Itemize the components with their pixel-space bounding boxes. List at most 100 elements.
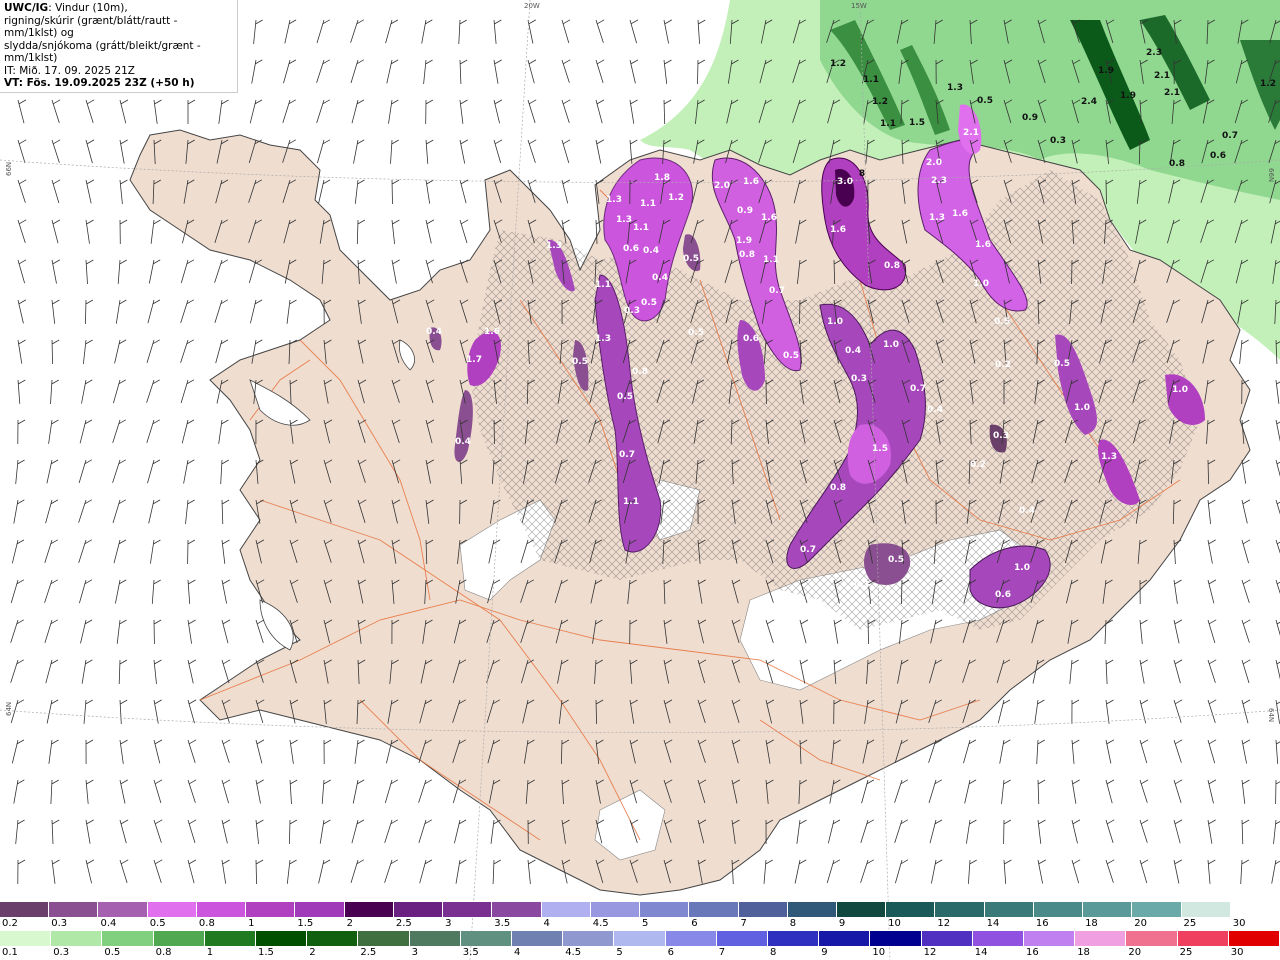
snow-value-label: 0.5 bbox=[994, 317, 1010, 327]
rain-scale-swatch bbox=[870, 931, 922, 946]
rain-value-label: 0.3 bbox=[1050, 136, 1066, 146]
snow-scale-swatch bbox=[836, 902, 887, 917]
snow-value-label: 0.4 bbox=[426, 327, 442, 337]
snow-scale-swatch bbox=[1230, 902, 1280, 917]
snow-scale-tick-label: 8 bbox=[789, 918, 797, 929]
snow-scale-swatch bbox=[1181, 902, 1231, 917]
snow-value-label: 1.0 bbox=[1014, 563, 1030, 573]
snow-scale-tick-label: 0.5 bbox=[149, 918, 166, 929]
snow-value-label: 0.5 bbox=[888, 555, 904, 565]
rain-value-label: 0.7 bbox=[1222, 131, 1238, 141]
snow-scale-tick-label: 30 bbox=[1232, 918, 1246, 929]
rain-value-label: 1.5 bbox=[909, 118, 925, 128]
snow-scale-swatch bbox=[295, 902, 345, 917]
snow-value-label: 1.0 bbox=[1172, 385, 1188, 395]
snow-scale-swatch bbox=[1083, 902, 1133, 917]
rain-value-label: 0.5 bbox=[977, 96, 993, 106]
snow-scale-tick-label: 14 bbox=[986, 918, 1000, 929]
snow-value-label: 1.1 bbox=[633, 223, 649, 233]
snow-scale-swatch bbox=[246, 902, 296, 917]
snow-value-label: 0.7 bbox=[619, 450, 635, 460]
snow-value-label: 0.4 bbox=[845, 346, 861, 356]
snow-scale-swatch bbox=[98, 902, 148, 917]
snow-scale-swatch bbox=[738, 902, 788, 917]
snow-value-label: 0.3 bbox=[851, 374, 867, 384]
snow-value-label: 0.8 bbox=[884, 261, 900, 271]
snow-scale-swatch bbox=[492, 902, 542, 917]
rain-scale-tick-label: 2.5 bbox=[360, 947, 377, 958]
snow-value-label: 1.0 bbox=[827, 317, 843, 327]
rain-scale-swatch bbox=[512, 931, 564, 946]
snow-scale-swatch bbox=[541, 902, 591, 917]
rain-scale-swatch bbox=[256, 931, 308, 946]
snow-scale-swatch bbox=[0, 902, 50, 917]
snow-value-label: 1.9 bbox=[736, 236, 752, 246]
snow-value-label: 0.4 bbox=[652, 273, 668, 283]
rain-scale-tick-label: 6 bbox=[667, 947, 674, 958]
snow-value-label: 0.9 bbox=[737, 206, 753, 216]
rain-scale-swatch bbox=[358, 931, 410, 946]
rain-scale-tick-label: 7 bbox=[718, 947, 726, 958]
snow-value-label: 1.3 bbox=[546, 241, 562, 251]
rain-value-label: 2.1 bbox=[1154, 71, 1170, 81]
rain-scale-tick-label: 5 bbox=[616, 947, 623, 958]
snow-value-label: 0.6 bbox=[743, 334, 759, 344]
rain-scale-swatch bbox=[614, 931, 666, 946]
rain-scale-tick-label: 3.5 bbox=[462, 947, 479, 958]
snow-value-label: 0.4 bbox=[927, 405, 943, 415]
lon-20w-label: 20W bbox=[524, 2, 540, 10]
snow-scale-swatch bbox=[1132, 902, 1182, 917]
snow-value-label: 1.1 bbox=[623, 497, 639, 507]
snow-scale-swatch bbox=[590, 902, 641, 917]
snow-value-label: 1.6 bbox=[743, 177, 759, 187]
snow-scale-tick-label: 3.5 bbox=[494, 918, 511, 929]
snow-scale-swatch bbox=[689, 902, 739, 917]
rain-value-label: 0.9 bbox=[1022, 113, 1038, 123]
snow-value-label: 0.5 bbox=[1054, 359, 1070, 369]
snow-scale-tick-label: 0.3 bbox=[51, 918, 68, 929]
snow-scale-tick-label: 2 bbox=[346, 918, 353, 929]
rain-scale-swatch bbox=[1126, 931, 1178, 946]
valid-time: VT: Fös. 19.09.2025 23Z (+50 h) bbox=[4, 77, 195, 89]
init-time: IT: Mið. 17. 09. 2025 21Z bbox=[4, 64, 135, 77]
snow-value-label: 0.3 bbox=[854, 580, 870, 590]
snow-value-label: 0.3 bbox=[993, 431, 1009, 441]
snow-value-label: 0.8 bbox=[632, 367, 648, 377]
rain-scale-tick-label: 0.5 bbox=[104, 947, 121, 958]
rain-value-label: 1.3 bbox=[947, 83, 963, 93]
rain-value-label: 1.2 bbox=[1260, 79, 1276, 89]
rain-scale-tick-label: 1.5 bbox=[258, 947, 274, 958]
snow-colorbar bbox=[0, 902, 1280, 917]
rain-scale-swatch bbox=[409, 931, 461, 946]
rain-scale-tick-label: 16 bbox=[1026, 947, 1039, 958]
snow-scale-tick-label: 9 bbox=[838, 918, 846, 929]
rain-scale-swatch bbox=[153, 931, 205, 946]
rain-scale-swatch bbox=[0, 931, 52, 946]
rain-value-label: 0.8 bbox=[1169, 159, 1185, 169]
snow-value-label: 3.0 bbox=[837, 177, 853, 187]
snow-scale-swatch bbox=[787, 902, 837, 917]
rain-scale-tick-label: 2 bbox=[309, 947, 316, 958]
snow-value-label: 1.3 bbox=[616, 215, 632, 225]
snow-scale-tick-label: 12 bbox=[937, 918, 951, 929]
rain-scale-tick-label: 30 bbox=[1230, 947, 1244, 958]
snow-value-label: 0.5 bbox=[617, 392, 633, 402]
snow-colorbar-labels: 0.2 0.3 0.4 0.5 0.8 1 1.5 2 2.5 3 3.5 4 4.5 5 6 7 8 9 10 12… bbox=[0, 918, 1280, 930]
snow-scale-tick-label: 0.4 bbox=[100, 918, 117, 929]
snow-value-label: 1.1 bbox=[595, 280, 611, 290]
rain-value-label: 1.1 bbox=[863, 75, 879, 85]
rain-scale-tick-label: 20 bbox=[1128, 947, 1142, 958]
snow-scale-tick-label: 5 bbox=[642, 918, 649, 929]
snow-scale-tick-label: 1 bbox=[248, 918, 255, 929]
rain-scale-swatch bbox=[204, 931, 257, 946]
rain-value-label: 2.1 bbox=[1164, 88, 1180, 98]
snow-value-label: 1.2 bbox=[668, 193, 684, 203]
snow-value-label: 1.0 bbox=[883, 340, 899, 350]
snow-value-label: 0.6 bbox=[995, 590, 1011, 600]
snow-value-label: 0.5 bbox=[683, 254, 699, 264]
rain-scale-swatch bbox=[819, 931, 871, 946]
snow-value-label: 0.7 bbox=[910, 384, 926, 394]
snow-scale-tick-label: 25 bbox=[1183, 918, 1197, 929]
snow-value-label: 1.6 bbox=[952, 209, 968, 219]
model-name: UWC/IG bbox=[4, 2, 49, 14]
